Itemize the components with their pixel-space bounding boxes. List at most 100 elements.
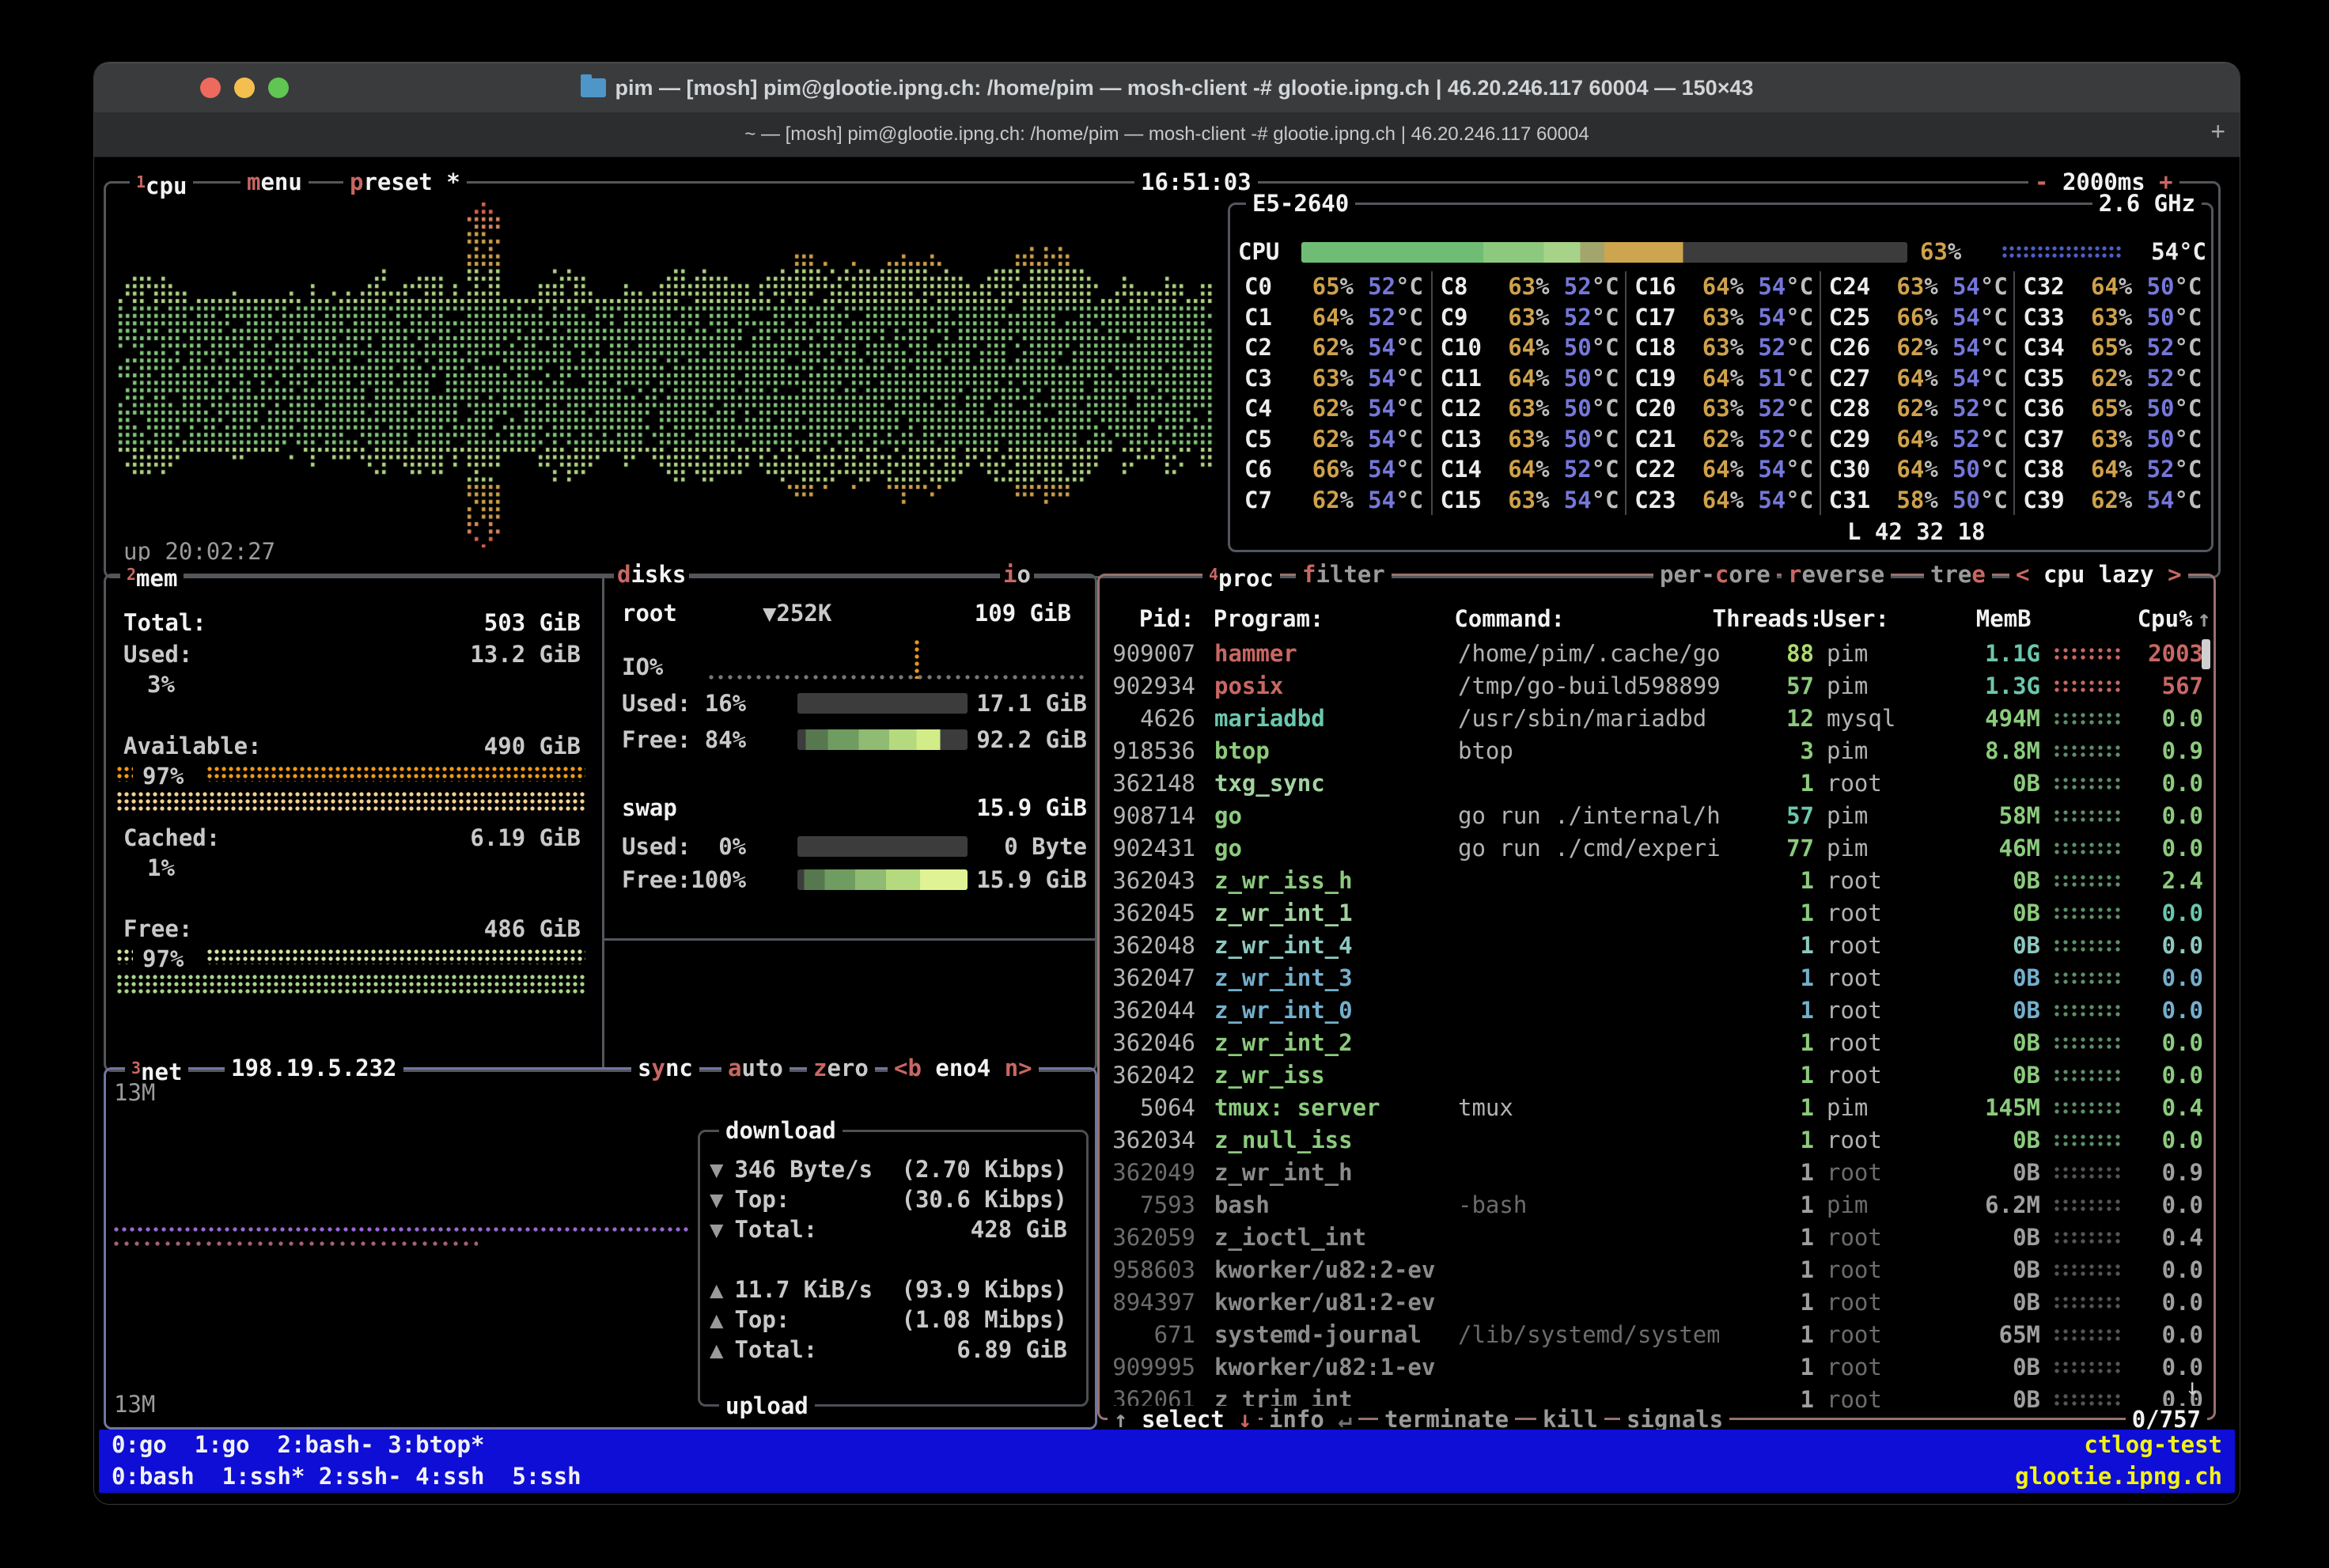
reverse-button[interactable]: reverse bbox=[1782, 561, 1891, 588]
info-button[interactable]: info ↵ bbox=[1263, 1406, 1358, 1433]
tree-button[interactable]: tree bbox=[1924, 561, 1992, 588]
terminate-button[interactable]: terminate bbox=[1378, 1406, 1515, 1433]
col-user[interactable]: User: bbox=[1820, 603, 1929, 634]
core-column: C3264%50°CC3363%50°CC3465%52°CC3562%52°C… bbox=[2013, 271, 2208, 515]
process-row[interactable]: 4626mariadbd/usr/sbin/mariadbd12mysql494… bbox=[1102, 703, 2211, 735]
core-row: C562%54°C bbox=[1244, 424, 1431, 455]
process-row[interactable]: 362059z_ioctl_int1root0B0.4 bbox=[1102, 1221, 2211, 1254]
sort-direction-icon[interactable]: ↑ bbox=[2198, 603, 2211, 634]
swap-used-label: Used: 0% bbox=[622, 831, 746, 862]
process-row[interactable]: 362046z_wr_int_21root0B0.0 bbox=[1102, 1027, 2211, 1059]
net-zero-button[interactable]: zero bbox=[807, 1055, 875, 1081]
filter-button[interactable]: filter bbox=[1296, 561, 1392, 588]
core-temp: 54°C bbox=[1938, 332, 2008, 363]
proc-mem: 0B bbox=[1937, 865, 2040, 897]
process-row[interactable]: 909995kworker/u82:1-ev1root0B0.0 bbox=[1102, 1351, 2211, 1384]
proc-threads: 1 bbox=[1719, 1189, 1814, 1221]
process-row[interactable]: 362042z_wr_iss1root0B0.0 bbox=[1102, 1059, 2211, 1092]
cpu-stats-box: E5-2640 2.6 GHz CPU 63% 54°C C065%52°CC1… bbox=[1228, 203, 2213, 552]
process-row[interactable]: 902934posix/tmp/go-build59889957pim1.3G5… bbox=[1102, 670, 2211, 703]
proc-panel-title[interactable]: 4proc bbox=[1202, 561, 1280, 592]
core-load: 63% bbox=[2075, 302, 2132, 333]
proc-threads: 1 bbox=[1719, 994, 1814, 1027]
proc-threads: 77 bbox=[1719, 832, 1814, 865]
process-row[interactable]: 362034z_null_iss1root0B0.0 bbox=[1102, 1124, 2211, 1157]
process-row[interactable]: 362148txg_sync1root0B0.0 bbox=[1102, 767, 2211, 800]
preset-button[interactable]: preset * bbox=[343, 169, 467, 195]
proc-cpu-pct: 0.0 bbox=[2127, 1254, 2203, 1286]
kill-button[interactable]: kill bbox=[1536, 1406, 1604, 1433]
net-interface-selector[interactable]: <b eno4 n> bbox=[888, 1055, 1039, 1081]
process-row[interactable]: 908714gogo run ./internal/h57pim58M0.0 bbox=[1102, 800, 2211, 832]
core-temp: 50°C bbox=[1550, 332, 1619, 363]
core-temp: 54°C bbox=[1938, 363, 2008, 394]
disk-root-order[interactable]: ▼252K bbox=[763, 598, 831, 628]
tmux-windows-inner[interactable]: 0:bash 1:ssh* 2:ssh- 4:ssh 5:ssh bbox=[112, 1461, 581, 1493]
core-temp: 52°C bbox=[1550, 454, 1619, 485]
proc-cpu-minigraph bbox=[2054, 735, 2127, 767]
new-tab-button[interactable]: + bbox=[2210, 117, 2225, 146]
core-temp: 54°C bbox=[1550, 485, 1619, 516]
core-row: C3763%50°C bbox=[2023, 424, 2208, 455]
mem-total-value: 503 GiB bbox=[391, 608, 581, 638]
terminal-window: pim — [mosh] pim@glootie.ipng.ch: /home/… bbox=[93, 62, 2240, 1505]
process-row[interactable]: 362049z_wr_int_h1root0B0.9 bbox=[1102, 1157, 2211, 1189]
window-titlebar[interactable]: pim — [mosh] pim@glootie.ipng.ch: /home/… bbox=[94, 62, 2240, 113]
proc-cpu-pct: 0.0 bbox=[2127, 1319, 2203, 1351]
process-row[interactable]: 909007hammer/home/pim/.cache/go88pim1.1G… bbox=[1102, 638, 2211, 670]
net-ip-address: 198.19.5.232 bbox=[225, 1055, 403, 1081]
proc-cpu-pct: 0.0 bbox=[2127, 1286, 2203, 1319]
core-id: C33 bbox=[2023, 302, 2075, 333]
col-command[interactable]: Command: bbox=[1454, 603, 1712, 634]
process-row[interactable]: 362044z_wr_int_01root0B0.0 bbox=[1102, 994, 2211, 1027]
proc-mem: 0B bbox=[1937, 1124, 2040, 1157]
core-temp: 54°C bbox=[1938, 271, 2008, 302]
core-row: C065%52°C bbox=[1244, 271, 1431, 302]
select-control[interactable]: ↑ select ↓ bbox=[1108, 1406, 1259, 1433]
col-threads[interactable]: Threads: bbox=[1713, 603, 1808, 634]
tab-title[interactable]: ~ — [mosh] pim@glootie.ipng.ch: /home/pi… bbox=[94, 112, 2240, 157]
core-temp: 50°C bbox=[2132, 424, 2202, 455]
col-cpu[interactable]: Cpu% bbox=[2118, 603, 2193, 634]
proc-cpu-minigraph bbox=[2054, 670, 2127, 703]
process-row[interactable]: 958603kworker/u82:2-ev1root0B0.0 bbox=[1102, 1254, 2211, 1286]
process-row[interactable]: 362043z_wr_iss_h1root0B2.4 bbox=[1102, 865, 2211, 897]
process-row[interactable]: 362047z_wr_int_31root0B0.0 bbox=[1102, 962, 2211, 994]
process-row[interactable]: 671systemd-journal/lib/systemd/system1ro… bbox=[1102, 1319, 2211, 1351]
col-pid[interactable]: Pid: bbox=[1102, 603, 1195, 634]
cpu-panel-title[interactable]: 1cpu bbox=[130, 169, 193, 199]
proc-scrollbar-thumb[interactable] bbox=[2202, 639, 2210, 669]
net-auto-button[interactable]: auto bbox=[721, 1055, 790, 1081]
proc-program: z_wr_iss bbox=[1214, 1059, 1452, 1092]
proc-command: /home/pim/.cache/go bbox=[1458, 638, 1719, 670]
process-row[interactable]: 902431gogo run ./cmd/experi77pim46M0.0 bbox=[1102, 832, 2211, 865]
proc-cpu-pct: 2003 bbox=[2127, 638, 2203, 670]
process-row[interactable]: 362048z_wr_int_41root0B0.0 bbox=[1102, 930, 2211, 962]
mem-total-label: Total: bbox=[123, 608, 206, 638]
proc-mem: 0B bbox=[1937, 1221, 2040, 1254]
proc-user: pim bbox=[1827, 735, 1937, 767]
menu-button[interactable]: menu bbox=[240, 169, 309, 195]
process-row[interactable]: 362045z_wr_int_11root0B0.0 bbox=[1102, 897, 2211, 930]
process-row[interactable]: 894397kworker/u81:2-ev1root0B0.0 bbox=[1102, 1286, 2211, 1319]
io-mode-button[interactable]: io bbox=[1000, 561, 1034, 588]
disks-panel-title[interactable]: disks bbox=[614, 561, 689, 588]
per-core-button[interactable]: per-core bbox=[1653, 561, 1777, 588]
col-program[interactable]: Program: bbox=[1214, 603, 1449, 634]
col-memb[interactable]: MemB bbox=[1929, 603, 2032, 634]
proc-pid: 909007 bbox=[1102, 638, 1195, 670]
core-row: C462%54°C bbox=[1244, 393, 1431, 424]
mem-panel-title[interactable]: 2mem bbox=[120, 561, 184, 592]
process-row[interactable]: 5064tmux: servertmux1pim145M0.4 bbox=[1102, 1092, 2211, 1124]
proc-user: root bbox=[1827, 1157, 1937, 1189]
core-load: 66% bbox=[1297, 454, 1354, 485]
signals-button[interactable]: signals bbox=[1620, 1406, 1729, 1433]
proc-pid: 894397 bbox=[1102, 1286, 1195, 1319]
core-id: C3 bbox=[1244, 363, 1297, 394]
sort-selector[interactable]: < cpu lazy > bbox=[2009, 561, 2188, 588]
process-row[interactable]: 7593bash-bash1pim6.2M0.0 bbox=[1102, 1189, 2211, 1221]
net-sync-button[interactable]: sync bbox=[631, 1055, 699, 1081]
tmux-windows-outer[interactable]: 0:go 1:go 2:bash- 3:btop* bbox=[112, 1430, 484, 1461]
proc-command bbox=[1458, 865, 1719, 897]
process-row[interactable]: 918536btopbtop3pim8.8M0.9 bbox=[1102, 735, 2211, 767]
